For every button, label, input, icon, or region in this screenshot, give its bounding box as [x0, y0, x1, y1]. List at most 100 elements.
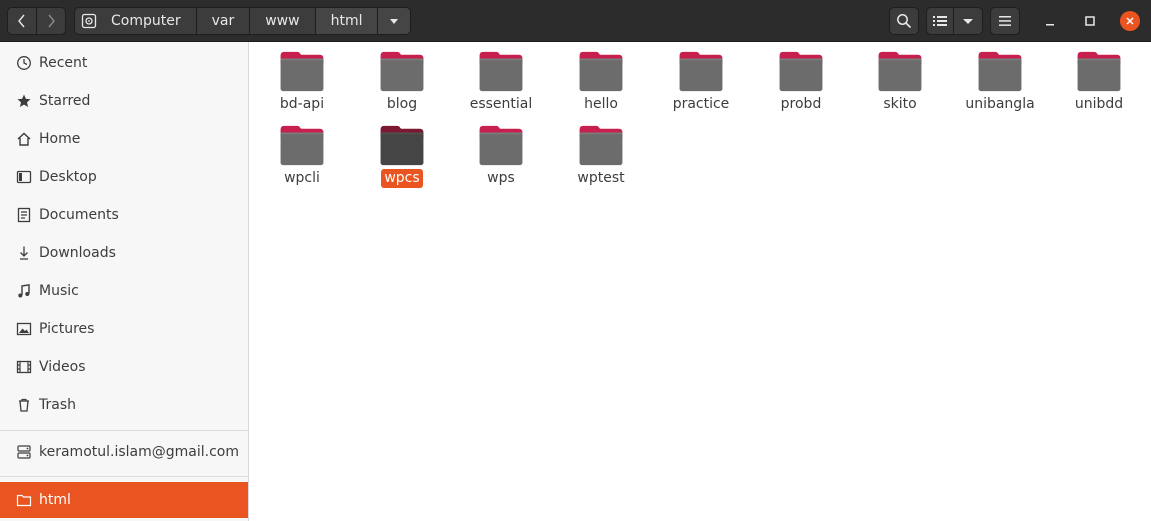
folder-icon: [280, 51, 324, 92]
search-button[interactable]: [889, 7, 919, 35]
sidebar-item-pictures[interactable]: Pictures: [0, 311, 248, 347]
folder-icon: [579, 125, 623, 166]
desktop-icon: [16, 170, 32, 184]
home-icon: [17, 132, 31, 146]
folder-item-hello[interactable]: hello: [551, 42, 651, 114]
sidebar-item-label: Starred: [39, 93, 91, 109]
folder-icon: [479, 51, 523, 92]
close-button[interactable]: [1120, 11, 1140, 31]
sidebar-item-label: Desktop: [39, 169, 97, 185]
sidebar-item-videos[interactable]: Videos: [0, 349, 248, 385]
folder-item-unibdd[interactable]: unibdd: [1049, 42, 1149, 114]
folder-item-wpcs[interactable]: wpcs: [352, 116, 452, 188]
folder-name: wpcli: [284, 170, 320, 186]
sidebar-item-downloads[interactable]: Downloads: [0, 235, 248, 271]
maximize-button[interactable]: [1080, 11, 1100, 31]
sidebar-item-recent[interactable]: Recent: [0, 45, 248, 81]
folder-item-skito[interactable]: skito: [850, 42, 950, 114]
chevron-down-icon: [390, 19, 399, 24]
folder-name: unibdd: [1074, 96, 1124, 112]
sidebar-item-label: Home: [39, 131, 81, 147]
folder-item-bd-api[interactable]: bd-api: [252, 42, 352, 114]
back-button[interactable]: [7, 7, 37, 35]
folder-name: blog: [386, 96, 418, 112]
video-icon: [16, 360, 32, 374]
folder-name: wps: [487, 170, 515, 186]
chevron-down-icon: [963, 19, 973, 24]
folder-item-wps[interactable]: wps: [451, 116, 551, 188]
breadcrumb-html[interactable]: html: [315, 7, 379, 35]
folder-icon: [978, 51, 1022, 92]
folder-name: skito: [883, 96, 917, 112]
folder-name: bd-api: [279, 96, 325, 112]
folder-icon: [779, 51, 823, 92]
folder-name: essential: [469, 96, 533, 112]
folder-name: unibangla: [965, 96, 1035, 112]
sidebar-item-trash[interactable]: Trash: [0, 387, 248, 423]
minimize-button[interactable]: [1040, 11, 1060, 31]
sidebar-item-desktop[interactable]: Desktop: [0, 159, 248, 195]
folder-icon: [380, 51, 424, 92]
menu-button[interactable]: [990, 7, 1020, 35]
sidebar-item-label: Music: [39, 283, 79, 299]
folder-icon: [479, 125, 523, 166]
sidebar-item-label: Downloads: [39, 245, 116, 261]
breadcrumb-www[interactable]: www: [250, 7, 316, 35]
document-icon: [17, 207, 31, 223]
breadcrumb-computer[interactable]: Computer: [74, 7, 197, 35]
sidebar: Recent Starred Home Desktop Documents Do…: [0, 42, 249, 521]
folder-item-probd[interactable]: probd: [751, 42, 851, 114]
clock-icon: [17, 56, 31, 70]
folder-item-wpcli[interactable]: wpcli: [252, 116, 352, 188]
sidebar-item-home[interactable]: Home: [0, 121, 248, 157]
breadcrumb-label: var: [211, 13, 235, 29]
forward-button[interactable]: [36, 7, 66, 35]
sidebar-item-label: Trash: [39, 397, 76, 413]
breadcrumb-label: Computer: [111, 13, 181, 29]
sidebar-item-label: html: [39, 492, 71, 508]
folder-name: hello: [584, 96, 618, 112]
folder-icon: [878, 51, 922, 92]
folder-name: wpcs: [381, 169, 423, 188]
folder-name: probd: [780, 96, 822, 112]
folder-item-practice[interactable]: practice: [651, 42, 751, 114]
path-menu-button[interactable]: [378, 7, 412, 35]
folder-icon: [579, 51, 623, 92]
sidebar-item-html[interactable]: html: [0, 482, 248, 518]
folder-icon: [380, 125, 424, 166]
breadcrumb: Computer var www html: [74, 7, 412, 35]
sidebar-item-starred[interactable]: Starred: [0, 83, 248, 119]
folder-item-unibangla[interactable]: unibangla: [950, 42, 1050, 114]
chevron-right-icon: [48, 14, 55, 28]
maximize-icon: [1085, 16, 1095, 26]
star-icon: [17, 94, 31, 107]
sidebar-item-music[interactable]: Music: [0, 273, 248, 309]
sidebar-item-label: Pictures: [39, 321, 95, 337]
sidebar-separator: [0, 476, 248, 477]
view-options-button[interactable]: [953, 7, 983, 35]
breadcrumb-label: www: [265, 13, 300, 29]
breadcrumb-var[interactable]: var: [196, 7, 251, 35]
music-icon: [18, 283, 30, 298]
disk-icon: [81, 13, 97, 29]
header-bar: Computer var www html: [0, 0, 1151, 42]
folder-item-essential[interactable]: essential: [451, 42, 551, 114]
sidebar-item-label: Videos: [39, 359, 86, 375]
folder-item-wptest[interactable]: wptest: [551, 116, 651, 188]
folder-name: wptest: [577, 170, 625, 186]
folder-name: practice: [672, 96, 730, 112]
list-view-button[interactable]: [926, 7, 954, 35]
file-grid: bd-api blog essential hello practice pro…: [249, 42, 1151, 521]
sidebar-item-account[interactable]: keramotul.islam@gmail.com: [0, 434, 248, 470]
search-icon: [897, 14, 912, 29]
sidebar-separator: [0, 430, 248, 431]
folder-icon: [16, 494, 32, 507]
close-icon: [1126, 17, 1134, 25]
sidebar-item-label: keramotul.islam@gmail.com: [39, 444, 239, 460]
sidebar-item-label: Recent: [39, 55, 88, 71]
folder-item-blog[interactable]: blog: [352, 42, 452, 114]
hamburger-menu-icon: [999, 16, 1011, 26]
list-view-icon: [933, 16, 947, 26]
download-icon: [20, 246, 28, 260]
sidebar-item-documents[interactable]: Documents: [0, 197, 248, 233]
